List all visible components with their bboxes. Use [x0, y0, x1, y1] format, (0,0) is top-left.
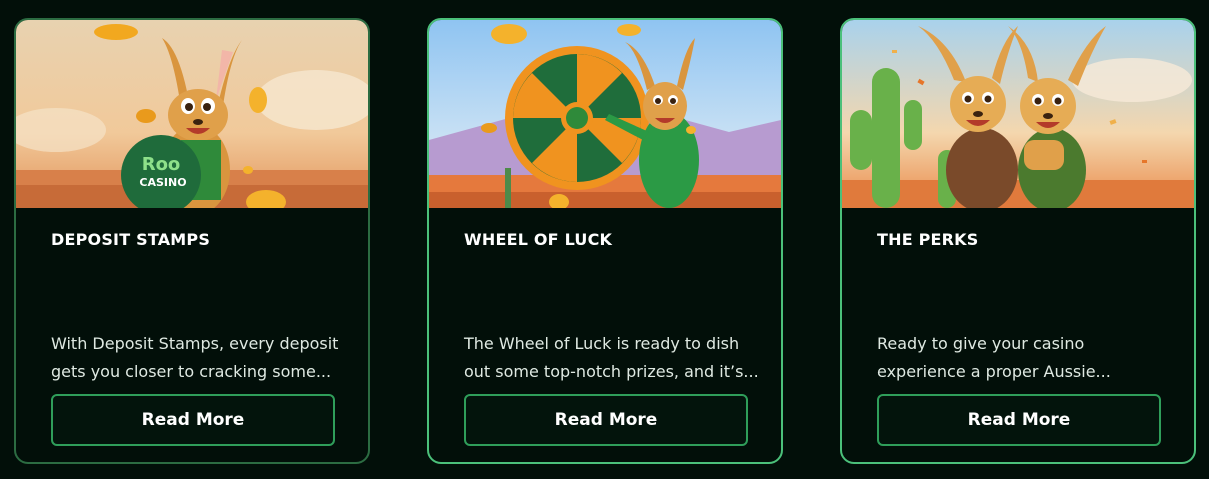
card-title: WHEEL OF LUCK [464, 230, 613, 249]
badge-roo-text: Roo [142, 154, 181, 175]
card-title: DEPOSIT STAMPS [51, 230, 211, 249]
card-title: THE PERKS [877, 230, 979, 249]
read-more-button[interactable]: Read More [464, 394, 748, 446]
promo-image-wheel-of-luck [429, 20, 781, 208]
promo-image-deposit-stamps: Roo CASINO [16, 20, 368, 208]
read-more-button[interactable]: Read More [877, 394, 1161, 446]
promo-card-wheel-of-luck[interactable]: WHEEL OF LUCK The Wheel of Luck is ready… [427, 18, 783, 464]
card-description: Ready to give your casino experience a p… [877, 334, 1111, 381]
read-more-button[interactable]: Read More [51, 394, 335, 446]
promo-card-deposit-stamps[interactable]: Roo CASINO DEPOSIT STAMPS With Deposit S… [14, 18, 370, 464]
badge-casino-text: CASINO [139, 176, 186, 189]
promo-card-the-perks[interactable]: THE PERKS Ready to give your casino expe… [840, 18, 1196, 464]
card-description: The Wheel of Luck is ready to dish out s… [464, 334, 759, 381]
card-description: With Deposit Stamps, every deposit gets … [51, 334, 339, 381]
promo-image-the-perks [842, 20, 1194, 208]
